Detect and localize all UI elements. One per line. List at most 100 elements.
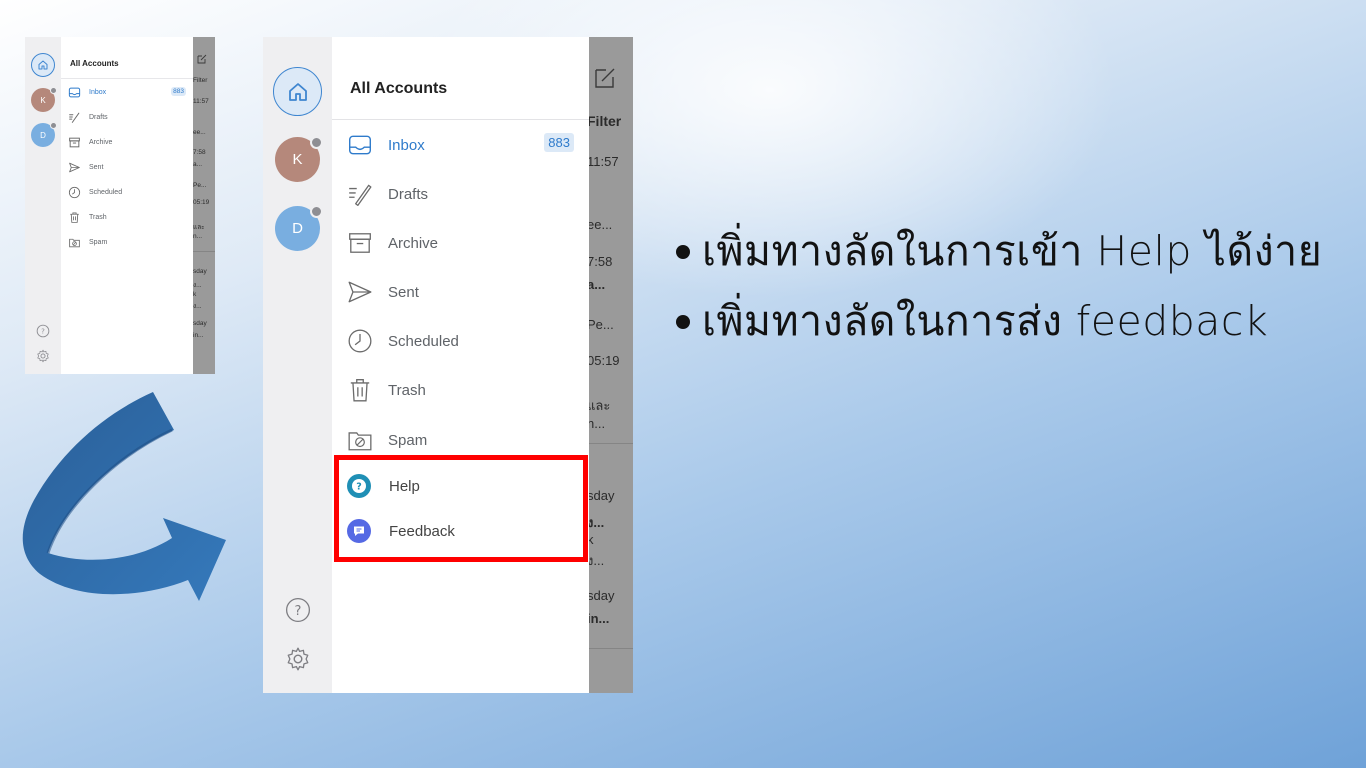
archive-icon (347, 230, 373, 256)
bullet-item: เพิ่มทางลัดในการส่ง feedback (676, 286, 1356, 356)
mail-drawer: All Accounts Inbox 883 Drafts Archive Se… (61, 37, 193, 374)
menu-item-feedback[interactable]: Feedback (347, 519, 455, 543)
menu-item-label: Sent (89, 163, 104, 171)
trash-icon (347, 377, 373, 403)
menu-item-sent[interactable]: Sent (61, 158, 193, 176)
before-screenshot: K D ? All Accounts Inbox 883 Drafts Arch… (25, 37, 215, 374)
fragment: 7:58 (193, 149, 206, 156)
trash-icon (68, 211, 81, 224)
menu-item-drafts[interactable]: Drafts (61, 108, 193, 126)
compose-icon (595, 68, 615, 88)
home-button[interactable] (31, 53, 55, 77)
fragment: k (589, 532, 594, 547)
help-circle-icon: ? (347, 474, 371, 498)
fragment: sday (193, 320, 207, 327)
curved-arrow-graphic (22, 392, 226, 601)
fragment: 05:19 (193, 199, 210, 206)
menu-item-spam[interactable]: Spam (61, 233, 193, 251)
fragment: ง... (589, 515, 605, 530)
mail-list-behind-overlay: Filter 11:57 ee... 7:58 a... Pe... 05:19… (193, 37, 215, 374)
fragment: Filter (193, 77, 208, 84)
fragment: k (193, 291, 197, 298)
menu-item-label: Archive (388, 234, 439, 252)
fragment: ง... (193, 303, 202, 310)
menu-item-label: Trash (89, 213, 107, 221)
fragment: ee... (193, 129, 206, 136)
spam-icon (347, 427, 373, 453)
account-avatar-k[interactable]: K (31, 87, 57, 112)
menu-item-trash[interactable]: Trash (332, 373, 589, 407)
menu-item-trash[interactable]: Trash (61, 208, 193, 226)
fragment: n... (193, 233, 203, 240)
compose-icon (197, 54, 207, 64)
menu-item-scheduled[interactable]: Scheduled (61, 183, 193, 201)
settings-gear-icon[interactable] (285, 646, 311, 672)
menu-item-help[interactable]: ? Help (347, 474, 420, 498)
bullet-item: เพิ่มทางลัดในการเข้า Help ได้ง่าย (676, 216, 1356, 286)
menu-item-inbox[interactable]: Inbox 883 (332, 128, 589, 162)
help-icon[interactable]: ? (36, 324, 50, 338)
bullet-text: เพิ่มทางลัดในการเข้า Help ได้ง่าย (702, 227, 1323, 275)
status-dot (310, 136, 323, 149)
menu-item-inbox[interactable]: Inbox 883 (61, 83, 193, 101)
fragment: a... (193, 161, 203, 168)
menu-item-label: Inbox (388, 136, 425, 154)
menu-item-label: Trash (388, 381, 426, 399)
menu-item-sent[interactable]: Sent (332, 275, 589, 309)
spam-icon (68, 236, 81, 249)
fragment: 05:19 (589, 353, 620, 368)
fragment: ง... (193, 282, 202, 289)
drafts-icon (68, 111, 81, 124)
drafts-icon (347, 181, 373, 207)
home-icon (288, 82, 307, 101)
feedback-icon (347, 519, 371, 543)
bullet-dot (676, 315, 690, 329)
account-rail: K D ? (263, 37, 332, 693)
account-avatar-d[interactable]: D (31, 122, 57, 147)
divider (193, 251, 215, 252)
menu-item-label: Inbox (89, 88, 107, 96)
menu-item-drafts[interactable]: Drafts (332, 177, 589, 211)
fragment: in... (589, 611, 610, 626)
divider (589, 443, 633, 444)
account-avatar-d[interactable]: D (275, 205, 323, 251)
fragment: ee... (589, 217, 613, 232)
menu-item-label: Sent (388, 283, 419, 301)
inbox-icon (68, 86, 81, 99)
menu-item-archive[interactable]: Archive (332, 226, 589, 260)
filter-fragment: Filter (589, 113, 622, 129)
fragment: 7:58 (589, 254, 613, 269)
svg-text:?: ? (295, 604, 302, 619)
menu-item-archive[interactable]: Archive (61, 133, 193, 151)
fragment: 11:57 (589, 154, 619, 169)
archive-icon (68, 136, 81, 149)
account-avatar-k[interactable]: K (275, 136, 323, 182)
menu-item-label: Spam (388, 431, 428, 449)
mail-drawer: All Accounts Inbox 883 Drafts Archive Se… (332, 37, 589, 693)
home-icon (38, 60, 48, 70)
unread-count-badge: 883 (544, 133, 574, 152)
mail-list-behind-overlay: Filter 11:57 ee... 7:58 a... Pe... 05:19… (589, 37, 633, 693)
menu-item-scheduled[interactable]: Scheduled (332, 324, 589, 358)
fragment: และ (589, 398, 611, 413)
divider (589, 648, 633, 649)
menu-item-label: Scheduled (388, 332, 459, 350)
avatar-initial: K (292, 151, 303, 168)
home-button[interactable] (273, 67, 322, 116)
divider (61, 78, 193, 79)
menu-item-spam[interactable]: Spam (332, 423, 589, 457)
fragment: และ (193, 224, 205, 231)
drawer-title: All Accounts (70, 59, 119, 68)
bullet-text: เพิ่มทางลัดในการส่ง feedback (702, 297, 1269, 345)
clock-icon (68, 186, 81, 199)
status-dot (310, 205, 323, 218)
settings-gear-icon[interactable] (36, 349, 50, 363)
help-icon[interactable]: ? (285, 597, 311, 623)
fragment: sday (193, 268, 207, 275)
fragment: in... (193, 332, 204, 339)
menu-item-label: Drafts (388, 185, 429, 203)
fragment: sday (589, 588, 615, 603)
menu-item-label: Archive (89, 138, 113, 146)
status-dot (50, 122, 57, 129)
menu-item-label: Scheduled (89, 188, 123, 196)
